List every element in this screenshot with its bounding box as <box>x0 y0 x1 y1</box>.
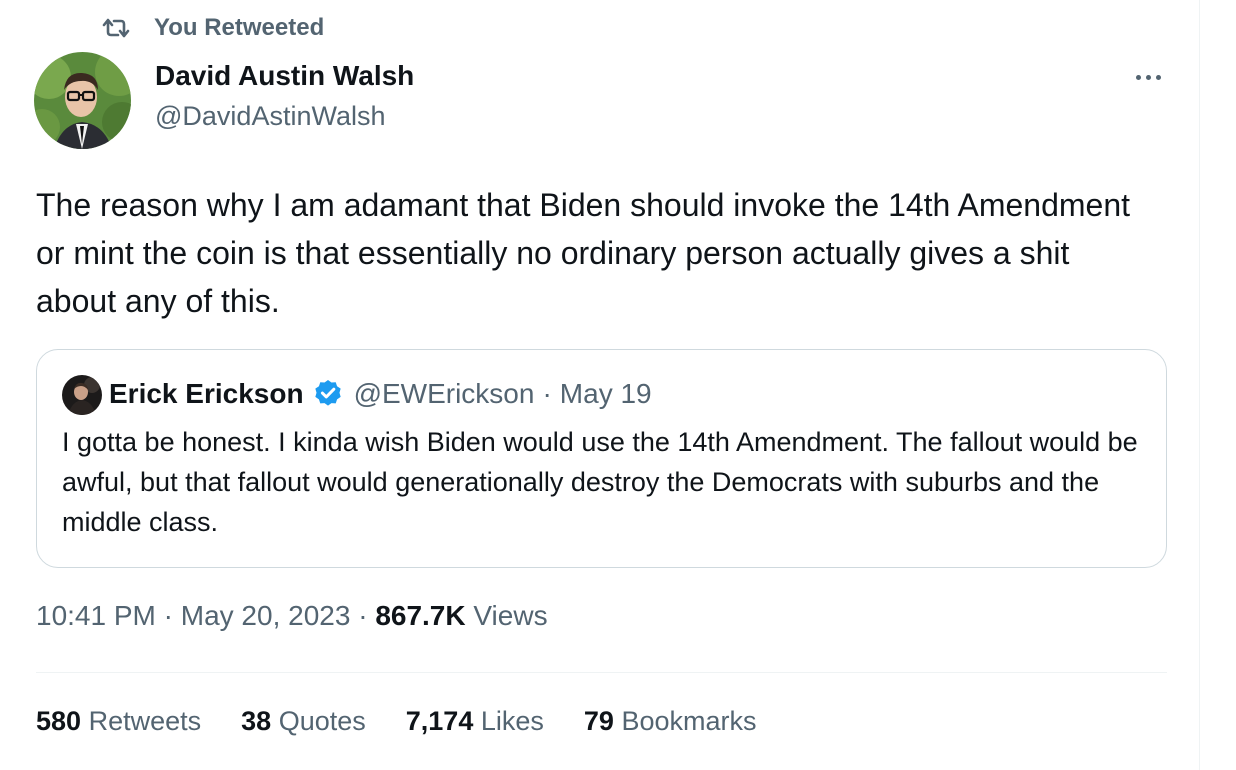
quoted-author-avatar[interactable] <box>62 375 102 415</box>
retweets-label: Retweets <box>88 706 202 736</box>
verified-badge-icon <box>314 380 341 406</box>
quotes-count: 38 <box>241 706 272 736</box>
social-context: You Retweeted <box>100 13 324 43</box>
engagement-stats: 580 Retweets 38 Quotes 7,174 Likes 79 Bo… <box>36 706 797 737</box>
quoted-tweet-text: I gotta be honest. I kinda wish Biden wo… <box>62 427 1138 537</box>
retweets-count: 580 <box>36 706 82 736</box>
views-count: 867.7K <box>375 600 466 631</box>
author-name[interactable]: David Austin Walsh <box>155 60 414 92</box>
bookmarks-stat[interactable]: 79 Bookmarks <box>584 706 757 737</box>
tweet-date[interactable]: May 20, 2023 <box>181 600 351 631</box>
meta-separator: · <box>358 600 368 631</box>
quoted-author-name[interactable]: Erick Erickson <box>109 378 304 410</box>
tweet-text: The reason why I am adamant that Biden s… <box>36 187 1130 319</box>
quoted-tweet-date[interactable]: May 19 <box>560 378 652 410</box>
retweet-icon <box>102 18 130 38</box>
tweet-time[interactable]: 10:41 PM <box>36 600 156 631</box>
quotes-stat[interactable]: 38 Quotes <box>241 706 366 737</box>
tweet-metadata: 10:41 PM · May 20, 2023 · 867.7K Views <box>36 600 548 632</box>
likes-stat[interactable]: 7,174 Likes <box>406 706 544 737</box>
quoted-author-handle[interactable]: @EWErickson <box>354 378 535 410</box>
more-options-icon[interactable] <box>1128 62 1168 92</box>
meta-separator: · <box>163 600 173 631</box>
bookmarks-label: Bookmarks <box>621 706 757 736</box>
quoted-tweet[interactable]: Erick Erickson @EWErickson · May 19 I go… <box>36 349 1167 568</box>
divider <box>36 672 1167 673</box>
views-label: Views <box>473 600 548 631</box>
author-handle[interactable]: @DavidAstinWalsh <box>155 101 385 132</box>
author-avatar[interactable] <box>34 52 131 149</box>
quoted-tweet-header: Erick Erickson @EWErickson · May 19 <box>109 374 652 414</box>
quotes-label: Quotes <box>278 706 366 736</box>
column-border <box>1199 0 1200 770</box>
retweets-stat[interactable]: 580 Retweets <box>36 706 201 737</box>
retweeted-label: You Retweeted <box>154 14 325 41</box>
likes-label: Likes <box>480 706 544 736</box>
bookmarks-count: 79 <box>583 706 614 736</box>
likes-count: 7,174 <box>405 706 474 736</box>
quoted-separator: · <box>542 378 552 409</box>
